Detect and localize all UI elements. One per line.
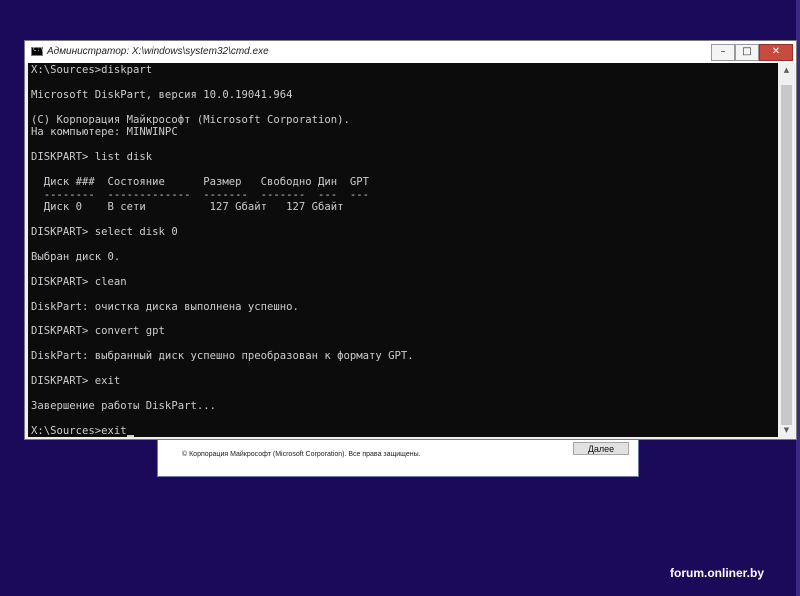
cmd-icon[interactable]: C:\ — [31, 46, 44, 56]
setup-copyright-text: © Корпорация Майкрософт (Microsoft Corpo… — [182, 451, 421, 458]
cmd-window[interactable]: C:\ Администратор: X:\windows\system32\c… — [24, 40, 797, 440]
window-title: Администратор: X:\windows\system32\cmd.e… — [47, 46, 269, 57]
console-line: Microsoft DiskPart, версия 10.0.19041.96… — [31, 88, 293, 101]
watermark: forum.onliner.by — [670, 566, 765, 580]
console-line: DISKPART> clean — [31, 275, 127, 288]
console-line: Диск ### Состояние Размер Свободно Дин G… — [31, 176, 370, 189]
console-line: DISKPART> exit — [31, 375, 121, 388]
console-line: На компьютере: MINWINPC — [31, 126, 178, 139]
scroll-up-icon[interactable]: ▲ — [778, 63, 795, 77]
console-line: DISKPART> select disk 0 — [31, 225, 178, 238]
console-line: X:\Sources>diskpart — [31, 64, 153, 76]
console-line: -------- ------------- ------- ------- -… — [31, 188, 370, 201]
text-cursor — [126, 435, 134, 437]
maximize-button[interactable]: □ — [735, 44, 759, 61]
console-line: (C) Корпорация Майкрософт (Microsoft Cor… — [31, 113, 350, 126]
console-line: DISKPART> list disk — [31, 151, 153, 164]
minimize-button[interactable]: – — [711, 44, 735, 61]
vertical-scrollbar[interactable]: ▲ ▼ — [778, 63, 795, 437]
console-line: Завершение работы DiskPart... — [31, 400, 216, 413]
scroll-down-icon[interactable]: ▼ — [778, 423, 795, 437]
console-line: Диск 0 В сети 127 Gбайт 127 Gбайт — [31, 200, 344, 213]
console-line: DiskPart: очистка диска выполнена успешн… — [31, 300, 299, 313]
cmd-titlebar[interactable]: C:\ Администратор: X:\windows\system32\c… — [25, 41, 796, 63]
close-button[interactable]: ✕ — [759, 44, 793, 61]
next-button[interactable]: Далее — [573, 442, 629, 455]
scroll-thumb[interactable] — [781, 85, 792, 425]
cmd-icon-label: C:\ — [33, 46, 44, 53]
console-line: Выбран диск 0. — [31, 250, 121, 263]
console-line: X:\Sources>exit — [31, 425, 134, 437]
console-line: DISKPART> convert gpt — [31, 325, 165, 338]
console-line: DiskPart: выбранный диск успешно преобра… — [31, 350, 414, 363]
console-output[interactable]: X:\Sources>diskpart Microsoft DiskPart, в… — [28, 63, 778, 437]
